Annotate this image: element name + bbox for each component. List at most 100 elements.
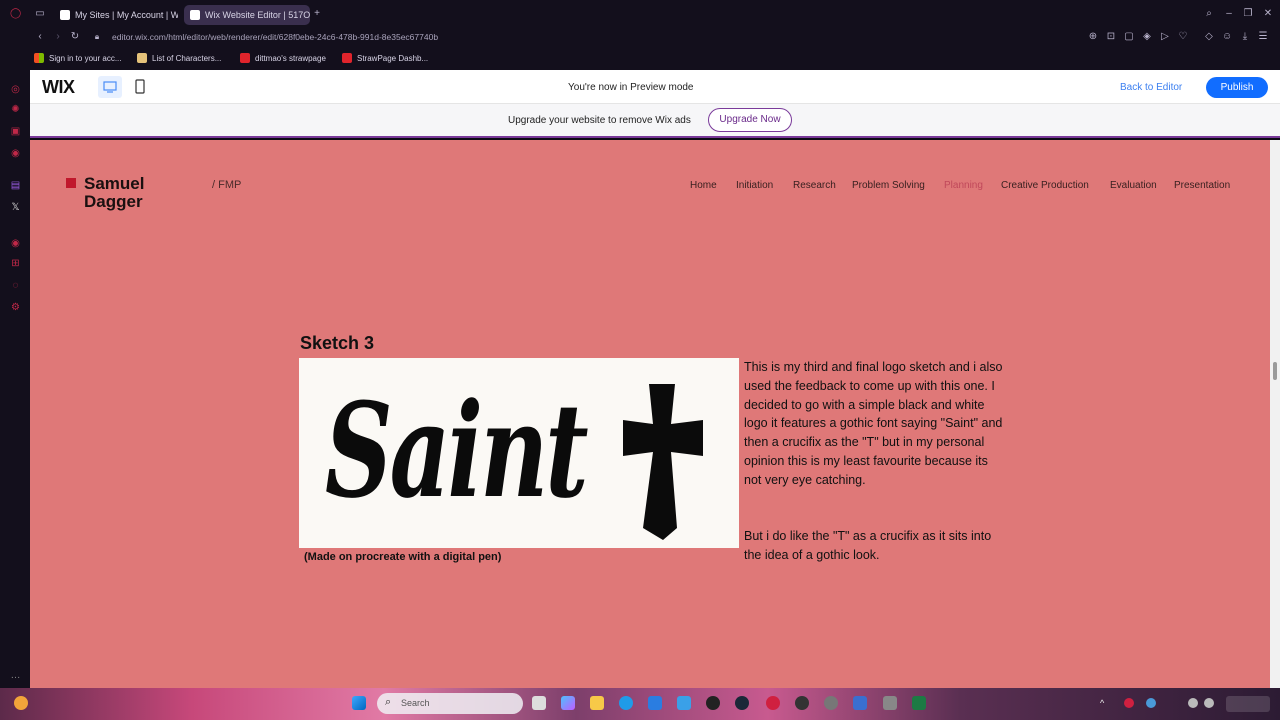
nav-initiation[interactable]: Initiation bbox=[736, 180, 773, 191]
shield-icon[interactable]: ◈ bbox=[1142, 32, 1152, 42]
reload-icon[interactable]: ↻ bbox=[70, 32, 80, 42]
taskbar-search-box[interactable]: ⌕ Search bbox=[377, 693, 523, 714]
search-tabs-icon[interactable]: ⌕ bbox=[1204, 9, 1214, 19]
strawpage-icon bbox=[240, 53, 250, 63]
upgrade-now-button[interactable]: Upgrade Now bbox=[708, 108, 792, 132]
tab-my-sites[interactable]: My Sites | My Account | W bbox=[54, 5, 178, 25]
scrollbar-thumb[interactable] bbox=[1273, 362, 1277, 380]
restore-icon[interactable]: ❐ bbox=[1243, 9, 1253, 19]
crypto-icon[interactable]: ◉ bbox=[10, 148, 21, 159]
twitch-icon[interactable]: ▤ bbox=[10, 180, 21, 191]
bookmark-label: StrawPage Dashb... bbox=[357, 53, 429, 63]
bookmark-label: Sign in to your acc... bbox=[49, 53, 122, 63]
more-icon[interactable]: … bbox=[10, 670, 21, 681]
player-icon[interactable]: ▷ bbox=[1160, 32, 1170, 42]
new-tab-icon[interactable]: + bbox=[312, 9, 322, 19]
opera-taskbar-icon[interactable] bbox=[766, 696, 780, 710]
download-icon[interactable]: ⤓ bbox=[1240, 32, 1250, 42]
app-icon[interactable] bbox=[853, 696, 867, 710]
windows-start-icon[interactable] bbox=[352, 696, 366, 710]
site-name-line1[interactable]: Samuel bbox=[84, 174, 144, 194]
browser-tab-bar: ◯ ▭ My Sites | My Account | W Wix Websit… bbox=[0, 0, 1280, 28]
wix-favicon-icon bbox=[60, 10, 70, 20]
wiki-icon bbox=[137, 53, 147, 63]
extensions-icon[interactable]: ◇ bbox=[1204, 32, 1214, 42]
nav-planning[interactable]: Planning bbox=[944, 180, 983, 191]
workspaces-icon[interactable]: ▭ bbox=[35, 9, 45, 19]
search-placeholder: Search bbox=[401, 698, 430, 708]
breadcrumb: / FMP bbox=[212, 179, 242, 191]
page-scrollbar[interactable] bbox=[1270, 140, 1280, 688]
history-icon[interactable]: ◌ bbox=[10, 280, 21, 291]
description-paragraph-1: This is my third and final logo sketch a… bbox=[744, 360, 1003, 487]
steam-icon[interactable] bbox=[735, 696, 749, 710]
nav-evaluation[interactable]: Evaluation bbox=[1110, 180, 1157, 191]
settings-icon[interactable]: ⚙ bbox=[10, 302, 21, 313]
brand-square bbox=[66, 178, 76, 188]
tray-icon[interactable] bbox=[1124, 698, 1134, 708]
search-icon: ⌕ bbox=[385, 696, 392, 708]
tab-wix-editor[interactable]: Wix Website Editor | 517O8 bbox=[184, 5, 310, 25]
media-player-icon[interactable] bbox=[795, 696, 809, 710]
aria-icon[interactable]: ◎ bbox=[10, 84, 21, 95]
menu-icon[interactable]: ☰ bbox=[1258, 32, 1268, 42]
bookmark-label: dittmao's strawpage bbox=[255, 53, 326, 63]
sketch-gothic-text: Saint bbox=[325, 374, 589, 527]
tab-label: My Sites | My Account | W bbox=[75, 10, 178, 20]
bookmark-label: List of Characters... bbox=[152, 53, 222, 63]
url-field[interactable]: editor.wix.com/html/editor/web/renderer/… bbox=[112, 32, 438, 42]
bookmark-item[interactable]: List of Characters... bbox=[137, 53, 221, 63]
tray-chevron-icon[interactable]: ^ bbox=[1100, 698, 1110, 708]
bookmarks-bar: Sign in to your acc... List of Character… bbox=[0, 48, 1280, 70]
volume-icon[interactable] bbox=[1204, 698, 1214, 708]
file-explorer-icon[interactable] bbox=[590, 696, 604, 710]
minimize-icon[interactable]: – bbox=[1224, 9, 1234, 19]
nav-problem-solving[interactable]: Problem Solving bbox=[852, 180, 925, 191]
excel-icon[interactable] bbox=[912, 696, 926, 710]
nav-presentation[interactable]: Presentation bbox=[1174, 180, 1230, 191]
publish-button[interactable]: Publish bbox=[1206, 77, 1268, 98]
nav-home[interactable]: Home bbox=[690, 180, 717, 191]
desktop-view-button[interactable] bbox=[98, 76, 122, 98]
back-to-editor-link[interactable]: Back to Editor bbox=[1120, 82, 1182, 93]
opera-icon[interactable]: ◯ bbox=[10, 9, 21, 19]
forward-icon[interactable]: › bbox=[53, 32, 63, 42]
clock[interactable] bbox=[1226, 696, 1270, 712]
bookmark-item[interactable]: StrawPage Dashb... bbox=[342, 53, 428, 63]
store-icon[interactable] bbox=[648, 696, 662, 710]
back-icon[interactable]: ‹ bbox=[35, 32, 45, 42]
lock-icon: 🔒︎ bbox=[94, 32, 100, 41]
app-icon[interactable] bbox=[883, 696, 897, 710]
snapshot-icon[interactable]: ▢ bbox=[1124, 32, 1134, 42]
bookmark-item[interactable]: Sign in to your acc... bbox=[34, 53, 121, 63]
app-icon[interactable] bbox=[677, 696, 691, 710]
x-icon[interactable]: 𝕏 bbox=[10, 202, 21, 213]
news-icon[interactable]: ▣ bbox=[10, 126, 21, 137]
strawpage-icon bbox=[342, 53, 352, 63]
profile-icon[interactable]: ☺ bbox=[1222, 32, 1232, 42]
player-icon[interactable]: ◉ bbox=[10, 238, 21, 249]
edge-icon[interactable] bbox=[619, 696, 633, 710]
close-icon[interactable]: ✕ bbox=[1263, 9, 1273, 19]
sketch-image[interactable]: Saint bbox=[299, 358, 739, 548]
tab-label: Wix Website Editor | 517O8 bbox=[205, 10, 310, 20]
wifi-icon[interactable] bbox=[1188, 698, 1198, 708]
nav-creative-production[interactable]: Creative Production bbox=[1001, 180, 1089, 191]
zoom-icon[interactable]: ⊕ bbox=[1088, 32, 1098, 42]
mobile-view-button[interactable] bbox=[130, 76, 150, 98]
wix-preview-bar: WIX You're now in Preview mode Back to E… bbox=[30, 70, 1280, 104]
weather-icon[interactable] bbox=[14, 696, 28, 710]
bookmark-icon[interactable]: ⊡ bbox=[1106, 32, 1116, 42]
ai-icon[interactable]: ✺ bbox=[10, 104, 21, 115]
section-title: Sketch 3 bbox=[300, 333, 375, 353]
settings-icon[interactable] bbox=[824, 696, 838, 710]
task-view-icon[interactable] bbox=[532, 696, 546, 710]
site-name-line2[interactable]: Dagger bbox=[84, 192, 143, 212]
app-icon[interactable] bbox=[706, 696, 720, 710]
heart-icon[interactable]: ♡ bbox=[1178, 32, 1188, 42]
tray-icon[interactable] bbox=[1146, 698, 1156, 708]
nav-research[interactable]: Research bbox=[793, 180, 836, 191]
pinboard-icon[interactable]: ⊞ bbox=[10, 258, 21, 269]
copilot-icon[interactable] bbox=[561, 696, 575, 710]
bookmark-item[interactable]: dittmao's strawpage bbox=[240, 53, 326, 63]
